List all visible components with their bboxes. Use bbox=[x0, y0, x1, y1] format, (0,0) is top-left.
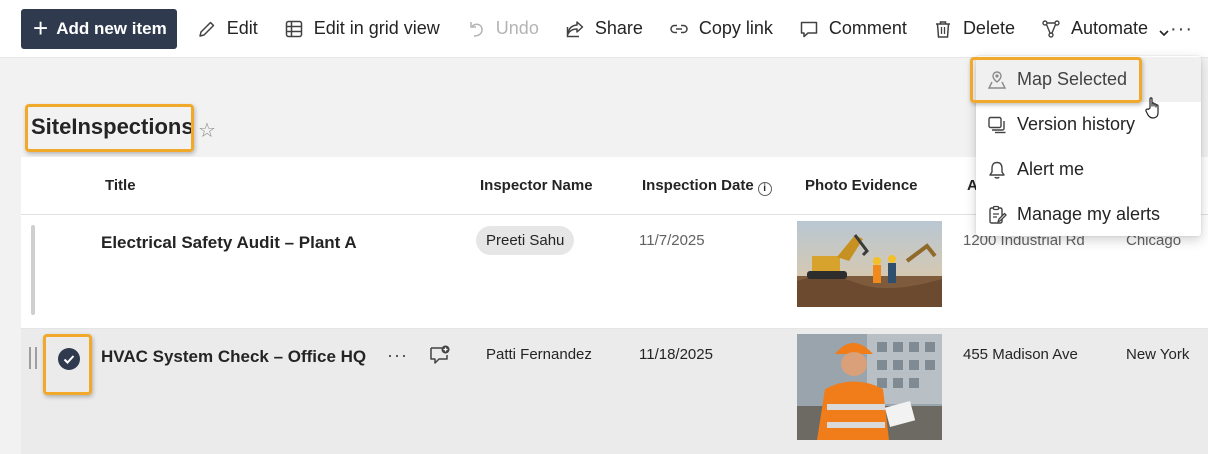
row-title[interactable]: HVAC System Check – Office HQ bbox=[101, 347, 366, 367]
menu-item-manage-alerts[interactable]: Manage my alerts bbox=[976, 192, 1201, 237]
inspection-date: 11/18/2025 bbox=[639, 346, 713, 363]
excavator-worker-photo[interactable] bbox=[797, 221, 942, 307]
automate-flow-icon bbox=[1041, 19, 1061, 39]
menu-item-alert-me[interactable]: Alert me bbox=[976, 147, 1201, 192]
chevron-down-icon bbox=[1158, 23, 1170, 36]
automate-button[interactable]: Automate bbox=[1035, 9, 1176, 49]
bell-icon bbox=[987, 160, 1007, 180]
menu-item-label: Manage my alerts bbox=[1017, 204, 1161, 224]
column-header-photo[interactable]: Photo Evidence bbox=[805, 177, 918, 194]
inspector-pill[interactable]: Preeti Sahu bbox=[476, 226, 575, 255]
inspector-name[interactable]: Patti Fernandez bbox=[486, 346, 592, 363]
copy-link-button[interactable]: Copy link bbox=[663, 9, 779, 49]
table-row[interactable]: HVAC System Check – Office HQ ··· Patti … bbox=[21, 329, 1208, 454]
pencil-icon bbox=[197, 19, 217, 39]
manage-alerts-icon bbox=[987, 205, 1007, 225]
undo-label: Undo bbox=[495, 18, 539, 38]
favorite-star-icon[interactable]: ☆ bbox=[198, 118, 216, 143]
menu-item-label: Version history bbox=[1017, 114, 1136, 134]
inspector-clipboard-photo[interactable] bbox=[797, 334, 942, 440]
address-cell: 455 Madison Ave bbox=[963, 346, 1078, 363]
share-icon bbox=[565, 19, 585, 39]
trash-icon bbox=[933, 19, 953, 39]
plus-icon: + bbox=[33, 12, 49, 43]
add-comment-icon[interactable] bbox=[429, 345, 451, 365]
delete-label: Delete bbox=[962, 18, 1015, 38]
share-button[interactable]: Share bbox=[559, 9, 649, 49]
undo-icon bbox=[466, 19, 486, 39]
add-new-item-label: Add new item bbox=[56, 18, 167, 38]
copy-link-label: Copy link bbox=[698, 18, 773, 38]
column-header-date-label: Inspection Date bbox=[642, 177, 754, 194]
comment-label: Comment bbox=[828, 18, 907, 38]
comment-button[interactable]: Comment bbox=[793, 9, 913, 49]
edit-button[interactable]: Edit bbox=[191, 9, 264, 49]
add-new-item-button[interactable]: + Add new item bbox=[21, 8, 177, 49]
checkbox-highlight bbox=[43, 334, 92, 395]
row-title[interactable]: Electrical Safety Audit – Plant A bbox=[101, 233, 357, 253]
drag-handle-icon[interactable] bbox=[29, 347, 37, 369]
menu-item-version-history[interactable]: Version history bbox=[976, 102, 1201, 147]
command-bar: + Add new item Edit Edit in grid view Un… bbox=[0, 0, 1208, 58]
column-header-title[interactable]: Title bbox=[105, 177, 136, 194]
city-cell: New York bbox=[1126, 346, 1190, 363]
map-selected-highlight bbox=[970, 57, 1142, 103]
inspection-date: 11/7/2025 bbox=[639, 232, 705, 249]
comment-icon bbox=[799, 19, 819, 39]
hand-cursor-icon bbox=[1145, 96, 1163, 122]
version-history-icon bbox=[987, 115, 1007, 135]
info-icon[interactable]: i bbox=[757, 182, 772, 196]
menu-item-label: Alert me bbox=[1017, 159, 1085, 179]
column-header-inspector[interactable]: Inspector Name bbox=[480, 177, 593, 194]
delete-button[interactable]: Delete bbox=[927, 9, 1021, 49]
edit-label: Edit bbox=[226, 18, 258, 38]
more-commands-button[interactable]: ··· bbox=[1170, 18, 1193, 41]
automate-label: Automate bbox=[1070, 18, 1149, 38]
column-header-date[interactable]: Inspection Date i bbox=[642, 177, 772, 196]
list-title-highlight bbox=[25, 104, 194, 152]
edit-grid-view-button[interactable]: Edit in grid view bbox=[278, 9, 446, 49]
share-label: Share bbox=[594, 18, 643, 38]
undo-button[interactable]: Undo bbox=[460, 9, 545, 49]
row-more-button[interactable]: ··· bbox=[387, 345, 408, 366]
row-indicator bbox=[31, 225, 35, 315]
link-icon bbox=[669, 19, 689, 39]
edit-grid-view-label: Edit in grid view bbox=[313, 18, 440, 38]
grid-icon bbox=[284, 19, 304, 39]
